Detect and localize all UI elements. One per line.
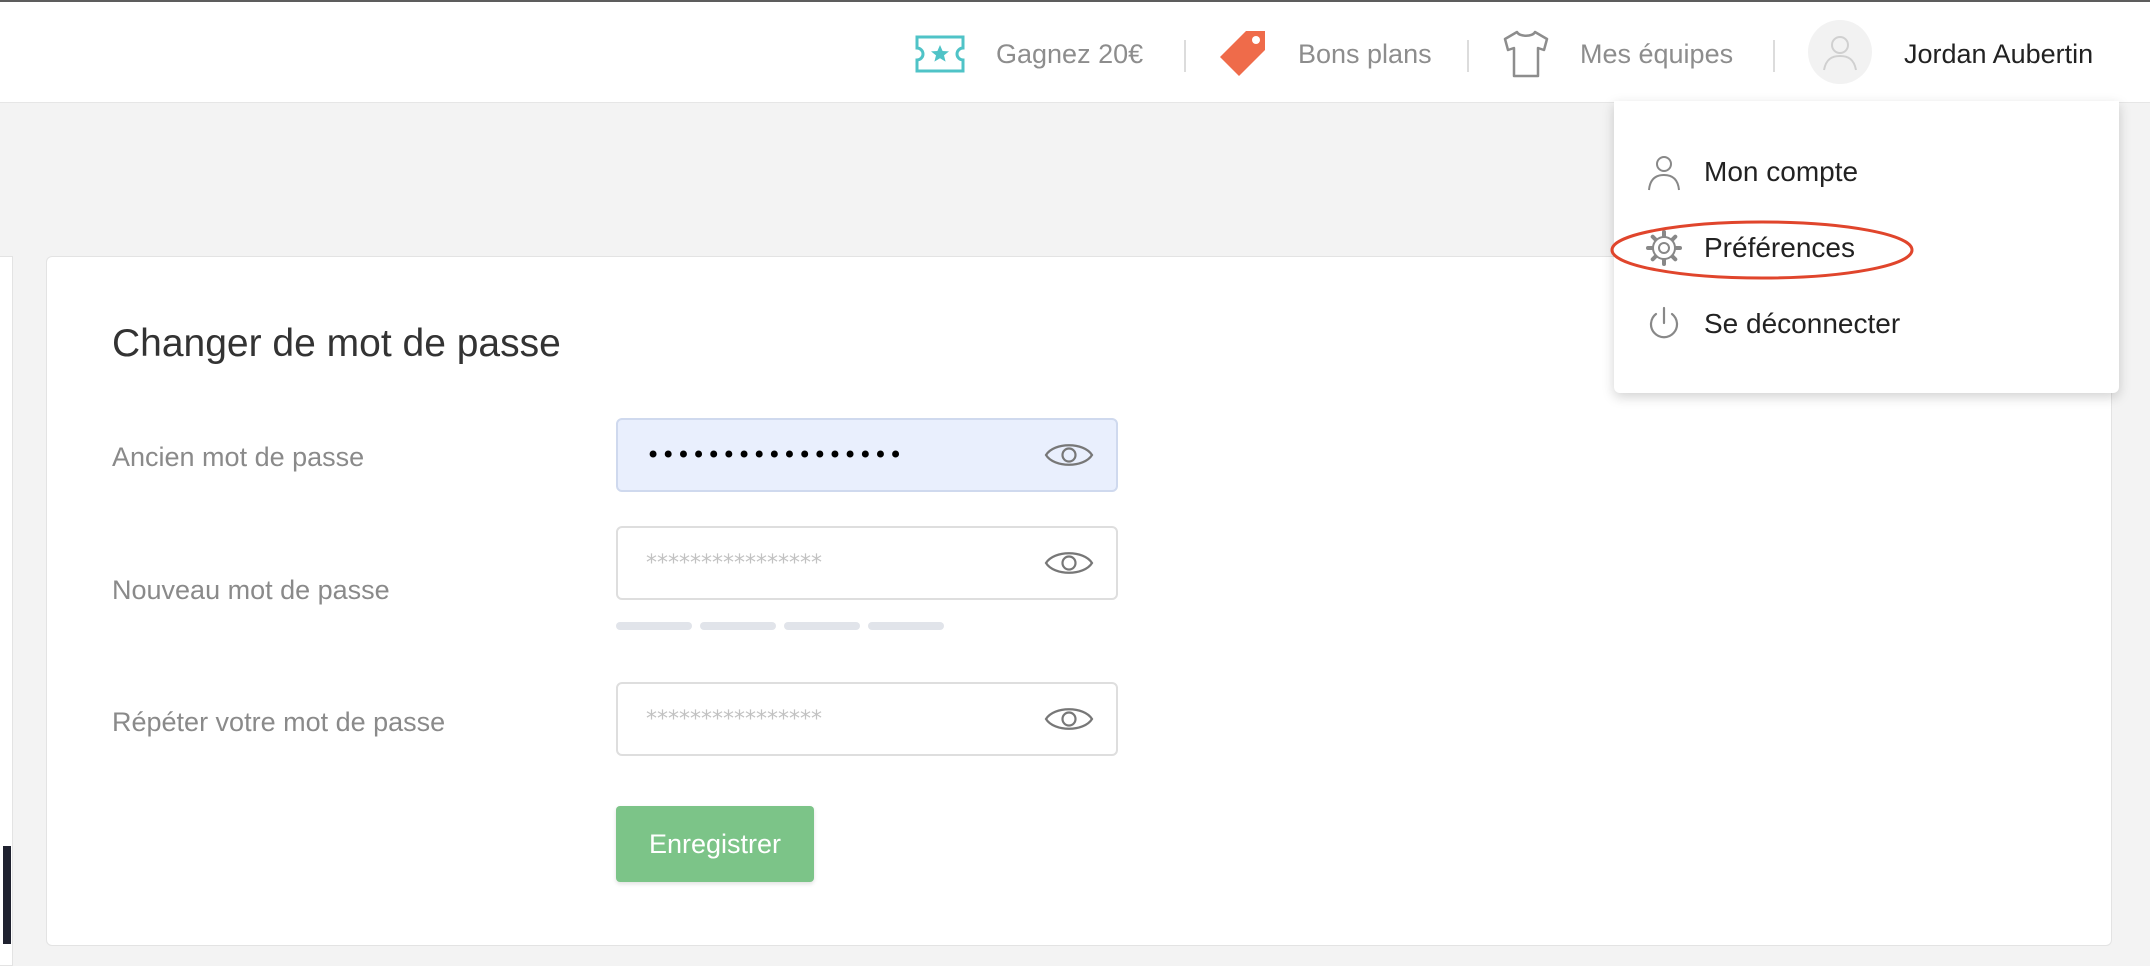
eye-icon[interactable] bbox=[1044, 545, 1094, 581]
price-tag-icon bbox=[1220, 31, 1265, 76]
ticket-star-icon bbox=[915, 35, 965, 73]
password-strength-segment bbox=[616, 622, 692, 630]
save-button[interactable]: Enregistrer bbox=[616, 806, 814, 882]
top-header: Gagnez 20€ Bons plans Mes équipes Jordan… bbox=[0, 2, 2150, 103]
eye-icon[interactable] bbox=[1044, 437, 1094, 473]
power-icon bbox=[1649, 306, 1679, 339]
menu-item-preferences[interactable]: Préférences bbox=[1644, 223, 1855, 273]
page-title: Changer de mot de passe bbox=[112, 322, 561, 365]
eye-icon[interactable] bbox=[1044, 701, 1094, 737]
referral-label: Gagnez 20€ bbox=[996, 38, 1144, 69]
menu-item-logout[interactable]: Se déconnecter bbox=[1644, 299, 1900, 349]
menu-item-label: Préférences bbox=[1704, 232, 1855, 263]
repeat-password-label: Répéter votre mot de passe bbox=[112, 707, 446, 737]
repeat-password-input[interactable] bbox=[646, 684, 1026, 754]
nav-separator bbox=[1467, 40, 1469, 72]
side-panel-accent-bar bbox=[3, 846, 11, 944]
nav-separator bbox=[1184, 40, 1186, 72]
jersey-icon bbox=[1503, 30, 1549, 78]
user-dropdown-menu: Mon compte Préférences Se déconnecter bbox=[1614, 101, 2119, 393]
old-password-label: Ancien mot de passe bbox=[112, 442, 365, 472]
user-menu-toggle[interactable]: Jordan Aubertin bbox=[1904, 26, 2093, 82]
old-password-box bbox=[616, 418, 1118, 492]
new-password-label: Nouveau mot de passe bbox=[112, 575, 390, 605]
new-password-box bbox=[616, 526, 1118, 600]
password-strength-segment bbox=[868, 622, 944, 630]
deals-link[interactable]: Bons plans bbox=[1216, 26, 1432, 82]
user-icon bbox=[1648, 156, 1680, 191]
gear-icon bbox=[1646, 230, 1682, 266]
menu-item-label: Se déconnecter bbox=[1704, 308, 1901, 339]
user-avatar-icon bbox=[1823, 36, 1857, 71]
password-strength-segment bbox=[784, 622, 860, 630]
deals-label: Bons plans bbox=[1298, 38, 1432, 69]
teams-label: Mes équipes bbox=[1580, 38, 1734, 69]
new-password-input[interactable] bbox=[646, 528, 1026, 598]
repeat-password-box bbox=[616, 682, 1118, 756]
menu-item-account[interactable]: Mon compte bbox=[1644, 147, 1858, 197]
old-password-input[interactable] bbox=[646, 420, 1026, 490]
password-strength-segment bbox=[700, 622, 776, 630]
user-avatar[interactable] bbox=[1808, 20, 1872, 84]
teams-link[interactable]: Mes équipes bbox=[1500, 26, 1733, 82]
menu-item-label: Mon compte bbox=[1704, 156, 1859, 187]
referral-link[interactable]: Gagnez 20€ bbox=[914, 26, 1143, 82]
user-name: Jordan Aubertin bbox=[1904, 38, 2094, 69]
nav-separator bbox=[1773, 40, 1775, 72]
